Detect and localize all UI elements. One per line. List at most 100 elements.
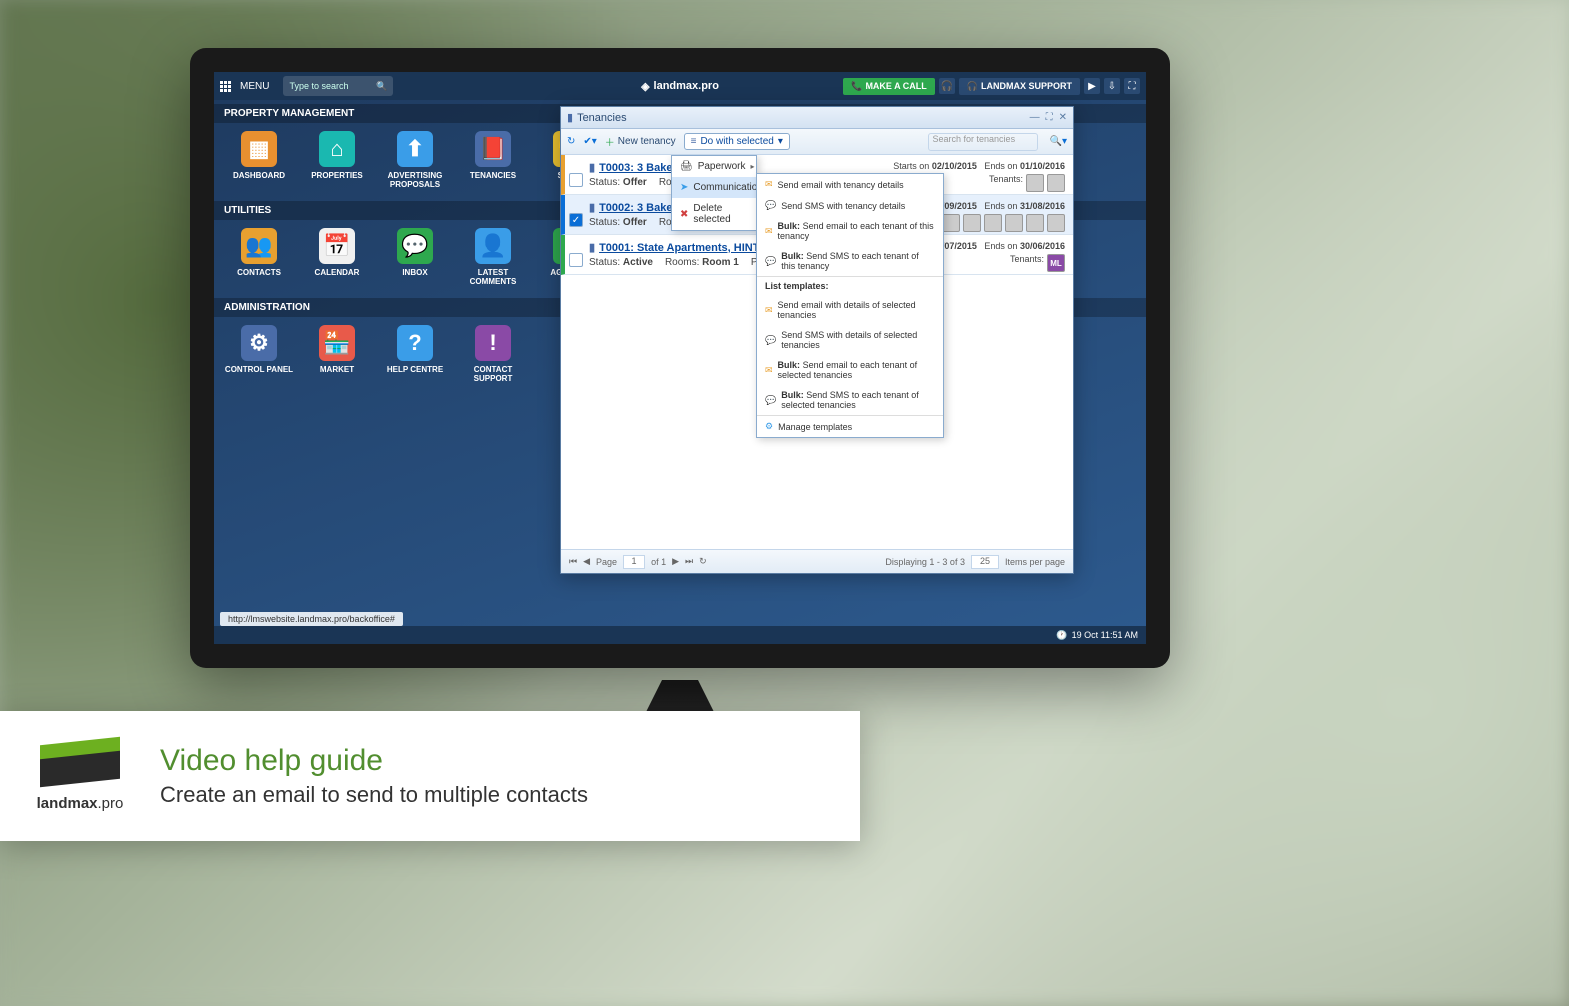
delete-icon: ✖ [680,209,688,220]
menu-send-email-tenancy[interactable]: ✉Send email with tenancy details [757,174,943,195]
chevron-down-icon: ▾ [778,136,783,147]
menu-label[interactable]: MENU [240,81,269,92]
menu-section-list-templates: List templates: [757,276,943,295]
select-all-button[interactable]: ✔▾ [583,136,596,147]
pager-last[interactable]: ⏭ [685,556,693,567]
book-icon: ▮ [567,111,573,124]
do-with-selected-dropdown[interactable]: ≡Do with selected▾ [684,133,790,150]
pager-prev[interactable]: ◀ [583,556,590,567]
topbar: MENU Type to search 🔍 ◈landmax.pro 📞MAKE … [214,72,1146,100]
control-panel-icon[interactable]: ⚙CONTROL PANEL [224,325,294,383]
caption-logo: landmax.pro [30,741,130,812]
search-tenancies-input[interactable]: Search for tenancies [928,133,1038,151]
search-icon[interactable]: 🔍▾ [1050,136,1067,147]
avatar [1047,214,1065,232]
topbar-right: 📞MAKE A CALL 🎧 🎧LANDMAX SUPPORT ▶ ⇩ ⛶ [843,78,1140,95]
mail-icon: ✉ [765,179,773,190]
avatar [1005,214,1023,232]
mail-icon: ✉ [765,226,773,237]
search-placeholder: Type to search [289,81,348,91]
sms-icon: 💬 [765,335,776,346]
minimize-icon[interactable]: — [1030,112,1040,123]
screen: MENU Type to search 🔍 ◈landmax.pro 📞MAKE … [214,72,1146,644]
book-icon: ▮ [589,241,595,254]
avatar [1026,174,1044,192]
global-search[interactable]: Type to search 🔍 [283,76,393,96]
monitor-frame: MENU Type to search 🔍 ◈landmax.pro 📞MAKE … [190,48,1170,668]
market-icon[interactable]: 🏪MARKET [302,325,372,383]
caption-subtitle: Create an email to send to multiple cont… [160,782,588,808]
mail-icon: ✉ [765,365,773,376]
page-input[interactable]: 1 [623,555,645,569]
book-icon: ▮ [589,161,595,174]
close-icon[interactable]: ✕ [1059,112,1067,123]
video-caption-overlay: landmax.pro Video help guide Create an e… [0,711,860,841]
menu-sms-selected[interactable]: 💬Send SMS with details of selected tenan… [757,325,943,355]
gear-icon: ⚙ [765,421,773,432]
properties-icon[interactable]: ⌂PROPERTIES [302,131,372,189]
screen-icon[interactable]: ⛶ [1124,78,1140,94]
avatar [1026,214,1044,232]
printer-icon: 🖨 [680,161,693,172]
pager-first[interactable]: ⏮ [569,556,577,567]
headset-icon[interactable]: 🎧 [939,78,955,94]
context-menu-2: ✉Send email with tenancy details 💬Send S… [756,173,944,438]
latest-comments-icon[interactable]: 👤LATEST COMMENTS [458,228,528,286]
tenancies-list: 🖨Paperwork▸ ➤Communication▸ ✖Delete sele… [561,155,1073,549]
menu-email-selected[interactable]: ✉Send email with details of selected ten… [757,295,943,325]
avatar [1047,174,1065,192]
caption-text: Video help guide Create an email to send… [160,744,588,808]
menu-bulk-email-tenants[interactable]: ✉Bulk: Send email to each tenant of this… [757,216,943,246]
pager: ⏮ ◀ Page 1 of 1 ▶ ⏭ ↻ Displaying 1 - 3 o… [561,549,1073,573]
url-display: http://lmswebsite.landmax.pro/backoffice… [220,612,403,626]
contact-support-icon[interactable]: !CONTACT SUPPORT [458,325,528,383]
row-checkbox[interactable] [569,253,583,267]
maximize-icon[interactable]: ⛶ [1046,112,1053,123]
export-icon[interactable]: ⇩ [1104,78,1120,94]
tenancies-icon[interactable]: 📕TENANCIES [458,131,528,189]
new-tenancy-button[interactable]: ＋New tenancy [605,134,676,149]
dashboard-icon[interactable]: ▦DASHBOARD [224,131,294,189]
logo-icon: ◈ [641,80,649,93]
landmax-support-button[interactable]: 🎧LANDMAX SUPPORT [959,78,1080,95]
play-icon[interactable]: ▶ [1084,78,1100,94]
search-icon: 🔍 [376,81,387,92]
menu-send-sms-tenancy[interactable]: 💬Send SMS with tenancy details [757,195,943,216]
pager-next[interactable]: ▶ [672,556,679,567]
page-size-select[interactable]: 25 [971,555,999,569]
sms-icon: 💬 [765,395,776,406]
logo-text: landmax.pro [37,795,124,812]
refresh-button[interactable]: ↻ [567,136,575,147]
panel-titlebar: ▮ Tenancies — ⛶ ✕ [561,107,1073,129]
menu-paperwork[interactable]: 🖨Paperwork▸ [672,156,756,177]
tenancies-panel: ▮ Tenancies — ⛶ ✕ ↻ ✔▾ ＋New tenancy ≡Do … [560,106,1074,574]
panel-toolbar: ↻ ✔▾ ＋New tenancy ≡Do with selected▾ Sea… [561,129,1073,155]
menu-manage-templates[interactable]: ⚙Manage templates [757,415,943,437]
status-bar: 🕐19 Oct 11:51 AM [214,626,1146,644]
menu-grid-icon[interactable] [220,81,234,92]
help-centre-icon[interactable]: ?HELP CENTRE [380,325,450,383]
make-call-button[interactable]: 📞MAKE A CALL [843,78,935,95]
contacts-icon[interactable]: 👥CONTACTS [224,228,294,286]
pager-refresh[interactable]: ↻ [699,556,707,567]
menu-bulk-sms-selected[interactable]: 💬Bulk: Send SMS to each tenant of select… [757,385,943,415]
book-icon: ▮ [589,201,595,214]
avatar: ML [1047,254,1065,272]
sms-icon: 💬 [765,256,776,267]
inbox-icon[interactable]: 💬INBOX [380,228,450,286]
row-checkbox[interactable]: ✓ [569,213,583,227]
calendar-icon[interactable]: 📅CALENDAR [302,228,372,286]
menu-communication[interactable]: ➤Communication▸ [672,177,756,198]
logo: ◈landmax.pro [641,80,719,93]
avatar [984,214,1002,232]
mail-icon: ✉ [765,305,773,316]
context-menu-1: 🖨Paperwork▸ ➤Communication▸ ✖Delete sele… [671,155,757,231]
menu-bulk-email-selected[interactable]: ✉Bulk: Send email to each tenant of sele… [757,355,943,385]
menu-delete[interactable]: ✖Delete selected [672,198,756,230]
phone-icon: 📞 [851,81,862,92]
send-icon: ➤ [680,182,688,193]
advertising-proposals-icon[interactable]: ⬆ADVERTISING PROPOSALS [380,131,450,189]
menu-bulk-sms-tenants[interactable]: 💬Bulk: Send SMS to each tenant of this t… [757,246,943,276]
panel-title-text: Tenancies [577,112,627,124]
row-checkbox[interactable] [569,173,583,187]
